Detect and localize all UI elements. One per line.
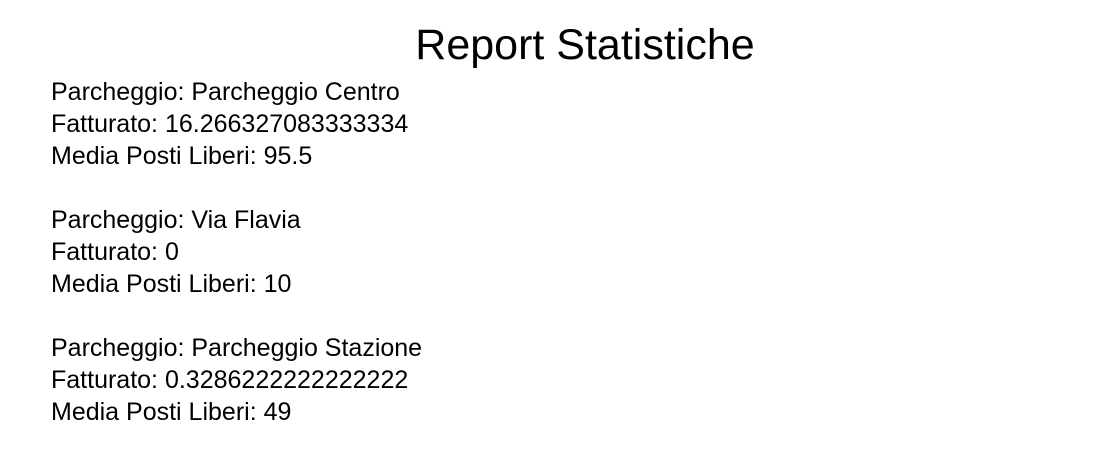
- revenue-value: 0: [164, 238, 179, 266]
- parking-label: Parcheggio:: [51, 206, 192, 234]
- report-list: Parcheggio: Parcheggio Centro Fatturato:…: [51, 76, 1051, 460]
- parking-entry: Parcheggio: Parcheggio Stazione Fatturat…: [51, 332, 1051, 428]
- revenue-line: Fatturato: 0.3286222222222222: [51, 364, 1051, 396]
- page-title: Report Statistiche: [415, 21, 755, 69]
- parking-name-line: Parcheggio: Parcheggio Stazione: [51, 332, 1051, 364]
- revenue-value: 16.266327083333334: [164, 110, 409, 138]
- parking-name: Via Flavia: [191, 206, 301, 234]
- parking-label: Parcheggio:: [51, 334, 192, 362]
- avg-free-line: Media Posti Liberi: 49: [51, 396, 1051, 428]
- avg-free-value: 95.5: [263, 142, 313, 170]
- parking-entry: Parcheggio: Parcheggio Centro Fatturato:…: [51, 76, 1051, 172]
- avg-free-label: Media Posti Liberi:: [51, 270, 264, 298]
- avg-free-value: 10: [263, 270, 292, 298]
- parking-name: Parcheggio Centro: [191, 78, 400, 106]
- avg-free-value: 49: [263, 398, 292, 426]
- revenue-label: Fatturato:: [51, 238, 165, 266]
- revenue-value: 0.3286222222222222: [164, 366, 409, 394]
- avg-free-label: Media Posti Liberi:: [51, 142, 264, 170]
- avg-free-label: Media Posti Liberi:: [51, 398, 264, 426]
- avg-free-line: Media Posti Liberi: 10: [51, 268, 1051, 300]
- parking-name-line: Parcheggio: Via Flavia: [51, 204, 1051, 236]
- parking-entry: Parcheggio: Via Flavia Fatturato: 0 Medi…: [51, 204, 1051, 300]
- revenue-line: Fatturato: 16.266327083333334: [51, 108, 1051, 140]
- parking-name-line: Parcheggio: Parcheggio Centro: [51, 76, 1051, 108]
- revenue-line: Fatturato: 0: [51, 236, 1051, 268]
- parking-name: Parcheggio Stazione: [191, 334, 423, 362]
- revenue-label: Fatturato:: [51, 110, 165, 138]
- avg-free-line: Media Posti Liberi: 95.5: [51, 140, 1051, 172]
- revenue-label: Fatturato:: [51, 366, 165, 394]
- parking-label: Parcheggio:: [51, 78, 192, 106]
